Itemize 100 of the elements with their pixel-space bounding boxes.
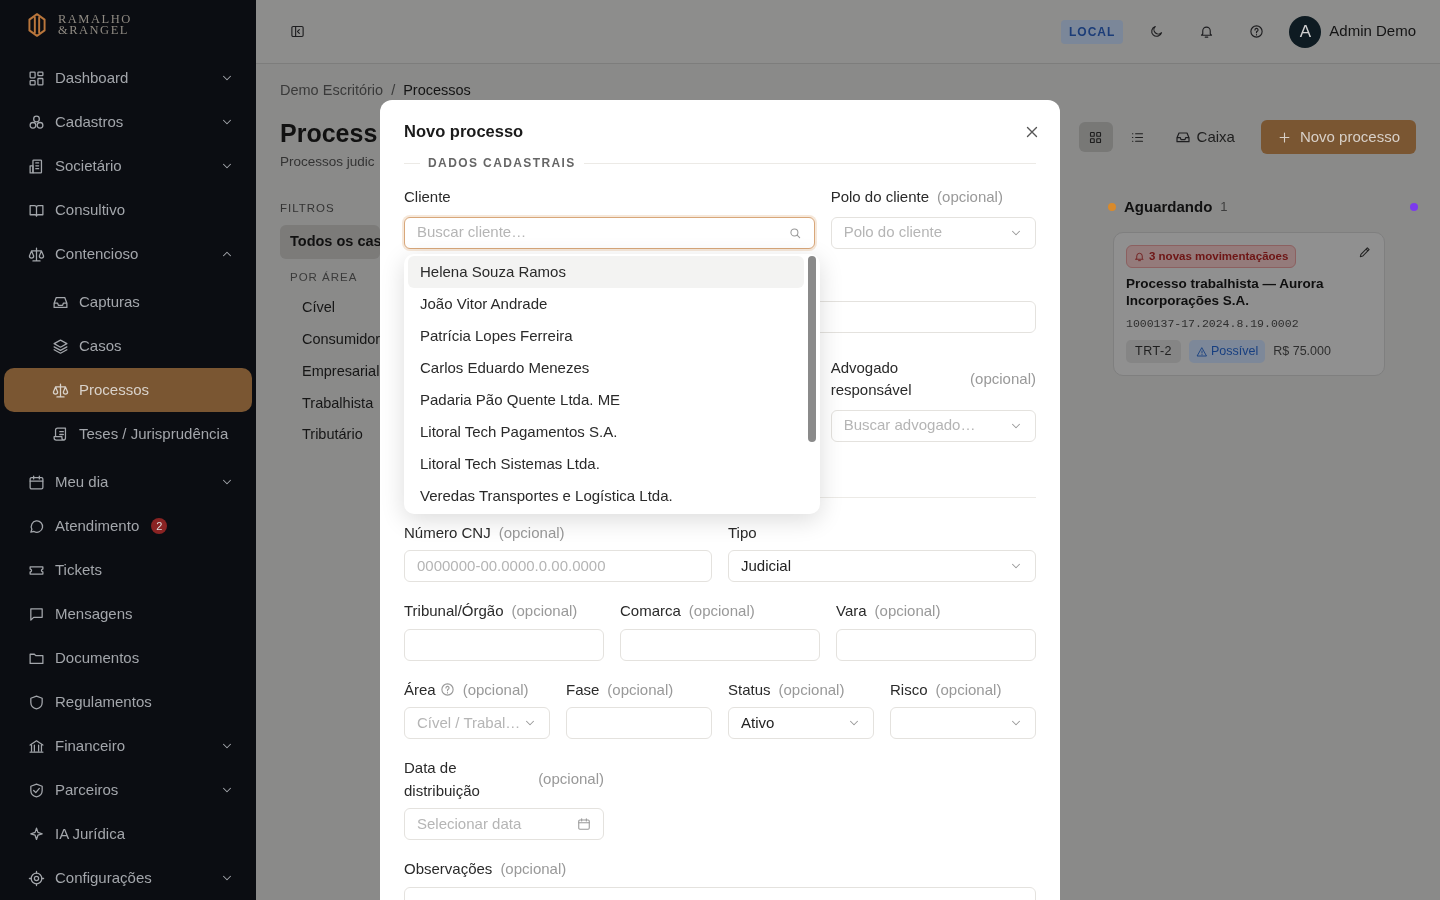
field-label: Data de distribuição (404, 758, 481, 801)
optional-note: (opcional) (498, 522, 565, 543)
field-label: Vara (836, 601, 867, 621)
dropdown-option[interactable]: Veredas Transportes e Logística Ltda. (408, 480, 804, 512)
logo-text: RAMALHO (58, 14, 132, 25)
board-view-button[interactable] (1078, 122, 1113, 152)
sidebar-item[interactable]: Cadastros (0, 100, 256, 144)
process-card[interactable]: 3 novas movimentaçãoes Processo trabalhista — Aurora Incorporações S.A. 1000137-17.2024.8.19.0002 TRT-2 Possível R$ 75.000 (1113, 232, 1385, 377)
grid-icon (1088, 129, 1104, 145)
circles-icon (28, 113, 45, 131)
calendar-icon (577, 817, 591, 831)
column-count: 1 (1220, 198, 1228, 217)
filters-heading: FILTROS (280, 201, 336, 216)
avatar[interactable]: A (1289, 15, 1322, 48)
sidebar-item[interactable]: Processos (4, 368, 252, 412)
breadcrumb-separator: / (391, 81, 396, 100)
field-label: Número CNJ (404, 522, 491, 543)
dropdown-option[interactable]: Litoral Tech Pagamentos S.A. (408, 416, 804, 448)
field-label: Tribunal/Órgão (404, 601, 504, 621)
warning-icon (1196, 345, 1208, 358)
building-icon (28, 157, 45, 175)
page-title: Process (280, 117, 378, 148)
sidebar-item[interactable]: Regulamentos (0, 680, 256, 724)
edit-icon[interactable] (1358, 245, 1372, 259)
field-label: Status (728, 679, 771, 700)
sidebar-item[interactable]: Capturas (4, 280, 252, 324)
shield-check-icon (28, 781, 45, 799)
field-label: Polo do cliente (830, 187, 930, 207)
input-field[interactable] (620, 628, 820, 661)
dialog-title: Novo processo (404, 122, 524, 142)
dropdown-option[interactable]: Patrícia Lopes Ferreira (408, 320, 804, 352)
field-label: Área (404, 679, 436, 700)
shield-icon (28, 693, 45, 711)
scrollbar[interactable] (808, 256, 816, 442)
sidebar-item[interactable]: Configurações (0, 856, 256, 900)
moon-icon (1148, 24, 1164, 39)
optional-note: (opcional) (462, 679, 529, 700)
sidebar-item[interactable]: Societário (0, 144, 256, 188)
filter-item[interactable]: Cível (280, 292, 380, 324)
dropdown-option[interactable]: Litoral Tech Sistemas Ltda. (408, 448, 804, 480)
filter-item[interactable]: Todos os cas (280, 225, 380, 259)
inbox-button[interactable]: Caixa (1162, 121, 1247, 153)
sidebar-item[interactable]: Teses / Jurisprudência (4, 412, 252, 456)
input-field[interactable] (836, 628, 1036, 661)
sidebar-item[interactable]: Parceiros (0, 768, 256, 812)
input-field[interactable] (566, 707, 712, 739)
field-label: Comarca (620, 601, 681, 621)
sidebar-item[interactable]: Tickets (0, 548, 256, 592)
field-label: Advogado responsável (830, 357, 913, 400)
sidebar-item[interactable]: Financeiro (0, 724, 256, 768)
card-title: Processo trabalhista — Aurora Incorporações S.A. (1126, 275, 1325, 310)
calendar-icon (28, 473, 45, 491)
dropdown-option[interactable]: João Vitor Andrade (408, 288, 804, 320)
court-tag: TRT-2 (1126, 340, 1181, 364)
optional-note: (opcional) (937, 187, 1003, 207)
sidebar-item[interactable]: Mensagens (0, 592, 256, 636)
select-field[interactable]: Judicial (728, 550, 1036, 582)
field-label: Cliente (404, 187, 451, 207)
dropdown-option[interactable]: Padaria Pão Quente Ltda. ME (408, 384, 804, 416)
optional-note: (opcional) (607, 679, 674, 700)
field-label: Observações (404, 859, 493, 879)
select-field[interactable]: Ativo (728, 707, 874, 739)
filter-item[interactable]: Empresarial (280, 355, 380, 388)
dropdown-option[interactable]: Helena Souza Ramos (408, 256, 804, 288)
field-label: Tipo (728, 522, 757, 543)
sparkle-icon (28, 825, 45, 843)
optional-note: (opcional) (778, 679, 845, 700)
bank-icon (28, 737, 45, 755)
sidebar-item[interactable]: Contencioso (0, 232, 256, 276)
field-label: Fase (566, 679, 600, 700)
scroll-icon (52, 425, 69, 443)
filter-item[interactable]: Consumidor (280, 324, 380, 356)
dropdown-option[interactable]: Carlos Eduardo Menezes (408, 352, 804, 384)
panel-icon (289, 24, 305, 39)
column-title: Aguardando (1124, 196, 1213, 217)
optional-note: (opcional) (874, 601, 941, 621)
filter-item[interactable]: Trabalhista (280, 387, 380, 420)
scale-icon (28, 245, 45, 263)
sidebar-item[interactable]: Dashboard (0, 56, 256, 100)
alert-badge: 3 novas movimentaçãoes (1126, 245, 1297, 269)
sidebar-item[interactable]: Documentos (0, 636, 256, 680)
sidebar-item[interactable]: Consultivo (0, 188, 256, 232)
sidebar-item[interactable]: Casos (4, 324, 252, 368)
section-heading: DADOS CADASTRAIS (428, 155, 576, 172)
bell-icon (1198, 24, 1214, 39)
sidebar-item[interactable]: Meu dia (0, 460, 256, 504)
chat-icon (28, 517, 45, 535)
filter-item[interactable]: Tributário (280, 419, 380, 451)
sidebar-item[interactable]: IA Jurídica (0, 812, 256, 856)
new-process-button[interactable]: Novo processo (1260, 119, 1416, 155)
input-field[interactable] (404, 628, 604, 661)
settings-icon (28, 869, 45, 887)
optional-note: (opcional) (688, 601, 755, 621)
search-icon (787, 225, 802, 240)
case-value: R$ 75.000 (1273, 343, 1331, 361)
help-icon (1248, 24, 1264, 39)
sidebar-item[interactable]: Atendimento 2 (0, 504, 256, 548)
select-field[interactable] (890, 707, 1036, 739)
logo-text: &RANGEL (58, 25, 130, 36)
optional-note: (opcional) (511, 601, 578, 621)
